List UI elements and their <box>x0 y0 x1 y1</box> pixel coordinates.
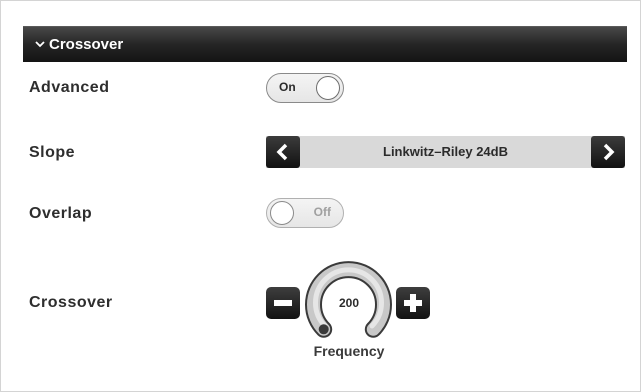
slope-next-button[interactable] <box>591 136 625 168</box>
slope-value: Linkwitz–Riley 24dB <box>383 144 508 159</box>
crossover-panel: Crossover Advanced On Slope Linkwitz–Ril… <box>0 0 641 392</box>
toggle-knob <box>270 201 294 225</box>
section-header-crossover[interactable]: Crossover <box>23 26 627 62</box>
advanced-label: Advanced <box>29 79 110 96</box>
slope-selector: Linkwitz–Riley 24dB <box>266 136 625 168</box>
overlap-toggle-text: Off <box>313 205 331 219</box>
frequency-caption: Frequency <box>313 343 385 359</box>
crossover-label: Crossover <box>29 294 113 311</box>
chevron-down-icon <box>35 36 45 53</box>
toggle-knob <box>316 76 340 100</box>
slope-label: Slope <box>29 144 76 161</box>
slope-prev-button[interactable] <box>266 136 300 168</box>
knob-indicator <box>318 324 329 335</box>
section-title: Crossover <box>49 35 124 53</box>
increase-frequency-button[interactable] <box>396 287 430 319</box>
overlap-label: Overlap <box>29 205 93 222</box>
decrease-frequency-button[interactable] <box>266 287 300 319</box>
advanced-toggle-text: On <box>279 80 296 94</box>
advanced-toggle[interactable]: On <box>266 73 344 103</box>
overlap-toggle[interactable]: Off <box>266 198 344 228</box>
frequency-value: 200 <box>338 296 360 310</box>
